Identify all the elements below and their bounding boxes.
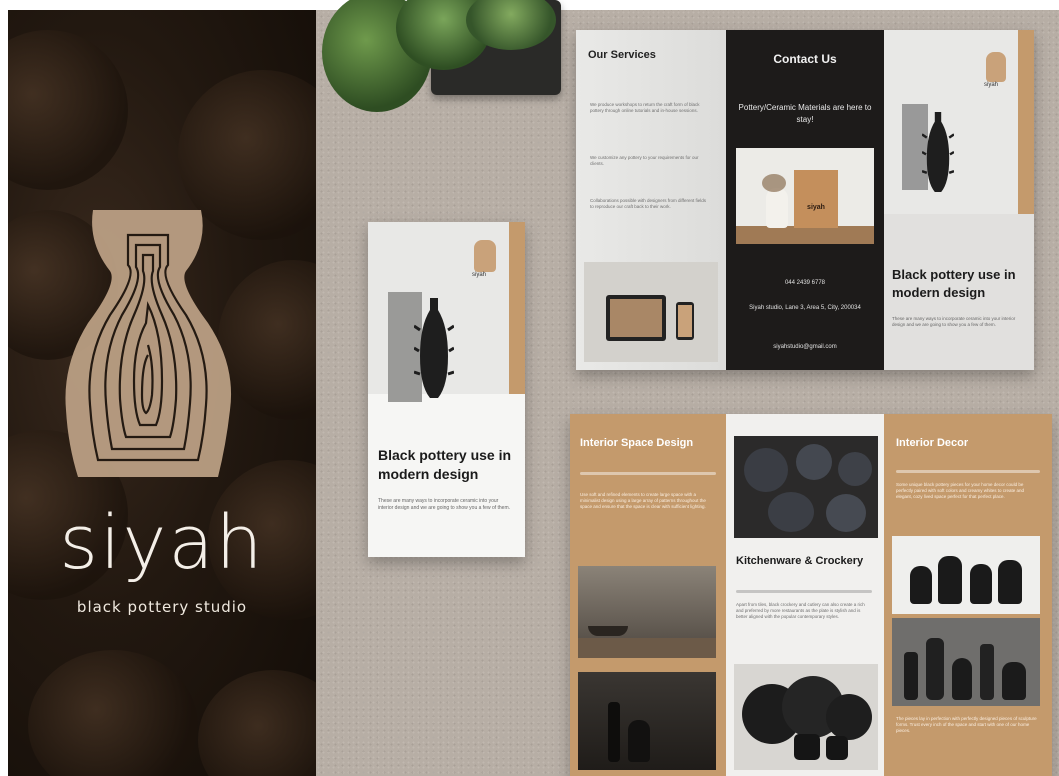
interior-decor-body: Some unique black pottery pieces for you… bbox=[896, 482, 1025, 499]
black-pots-photo bbox=[892, 536, 1040, 614]
small-brochure-logo: siyah bbox=[472, 272, 487, 278]
interior-decor-photo bbox=[578, 672, 716, 770]
interior-room-photo bbox=[578, 566, 716, 658]
interior-decor-title: Interior Decor bbox=[896, 437, 969, 449]
services-item-1: We produce workshops to return the craft… bbox=[590, 102, 700, 113]
interior-decor-column: Interior Decor Some unique black pottery… bbox=[884, 414, 1052, 776]
contact-email: siyahstudio@gmail.com bbox=[773, 344, 837, 350]
shopping-bag-photo: siyah bbox=[736, 148, 874, 244]
small-brochure-heading: Black pottery use in modern design bbox=[378, 447, 512, 482]
contact-tagline: Pottery/Ceramic Materials are here to st… bbox=[738, 103, 872, 124]
brand-subtitle: black pottery studio bbox=[76, 598, 248, 616]
kitchenware-body: Apart from tiles, black crockery and cut… bbox=[736, 602, 865, 619]
trifold-brochure-inside: Interior Space Design Use soft and refin… bbox=[570, 414, 1052, 776]
plant-decoration bbox=[316, 0, 561, 112]
kitchenware-title: Kitchenware & Crockery bbox=[736, 555, 864, 567]
bag-label: siyah bbox=[807, 204, 825, 211]
contact-column: Contact Us Pottery/Ceramic Materials are… bbox=[726, 30, 884, 370]
background-pottery bbox=[198, 670, 316, 776]
plates-photo bbox=[734, 436, 878, 538]
logo-icon bbox=[474, 240, 496, 272]
contact-title: Contact Us bbox=[773, 52, 837, 66]
interior-space-column: Interior Space Design Use soft and refin… bbox=[570, 414, 726, 776]
sculptures-photo bbox=[892, 618, 1040, 706]
services-item-3: Collaborations possible with designers f… bbox=[590, 198, 706, 209]
interior-decor-footer: The pieces lay in perfection with perfec… bbox=[896, 716, 1037, 733]
contact-address: Siyah studio, Lane 3, Area 5, City, 2000… bbox=[749, 305, 861, 311]
interior-space-body: Use soft and refined elements to create … bbox=[580, 492, 706, 509]
cover-heading: Black pottery use in modern design bbox=[892, 267, 1016, 300]
cover-body: These are many ways to incorporate ceram… bbox=[892, 316, 1016, 327]
cover-logo: siyah bbox=[984, 82, 999, 88]
services-title: Our Services bbox=[588, 49, 656, 61]
contact-phone: 044 2439 6778 bbox=[784, 280, 826, 286]
mockup-scene: siyah black pottery studio siyah Black p… bbox=[0, 0, 1059, 776]
services-column: Our Services We produce workshops to ret… bbox=[576, 30, 726, 370]
black-vase-icon bbox=[922, 112, 954, 192]
small-brochure-body: These are many ways to incorporate ceram… bbox=[378, 498, 511, 511]
small-brochure: siyah Black pottery use in modern design… bbox=[368, 222, 525, 557]
brand-panel: siyah black pottery studio bbox=[8, 10, 316, 776]
background-pottery bbox=[8, 30, 128, 190]
kitchenware-column: Kitchenware & Crockery Apart from tiles,… bbox=[726, 414, 884, 776]
interior-space-title: Interior Space Design bbox=[580, 437, 694, 449]
vase-logo-icon bbox=[65, 210, 232, 477]
trifold-brochure-outside: Our Services We produce workshops to ret… bbox=[576, 30, 1034, 370]
logo-icon bbox=[986, 52, 1006, 82]
brand-title: siyah bbox=[59, 500, 265, 586]
black-vase-icon bbox=[414, 298, 454, 398]
black-plates-photo bbox=[734, 664, 878, 770]
background-pottery bbox=[28, 650, 198, 776]
cover-column: siyah Black pottery use in modern design… bbox=[884, 30, 1034, 370]
devices-photo bbox=[584, 262, 718, 362]
tabletop-surface: siyah Black pottery use in modern design… bbox=[316, 0, 1059, 776]
services-item-2: We customize any pottery to your require… bbox=[590, 155, 699, 166]
